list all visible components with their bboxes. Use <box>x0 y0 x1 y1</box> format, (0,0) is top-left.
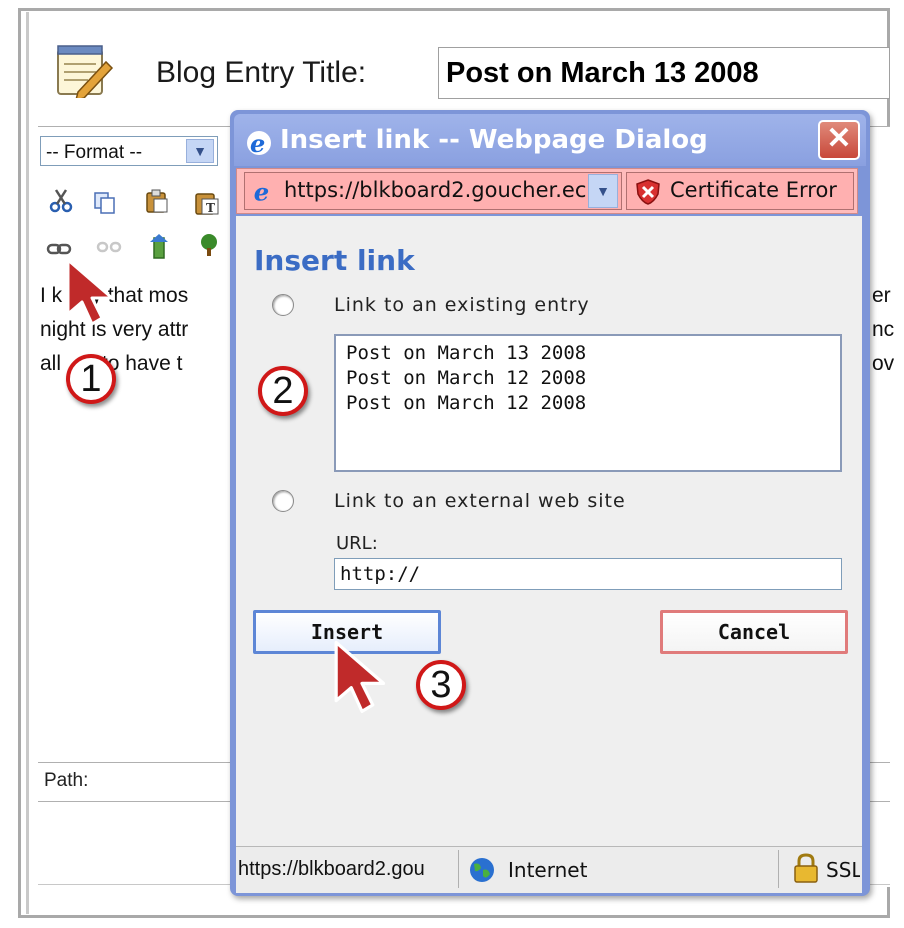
list-item[interactable]: Post on March 12 2008 <box>346 367 586 389</box>
globe-icon <box>470 858 494 882</box>
svg-text:T: T <box>206 201 215 215</box>
unlink-icon <box>96 241 122 253</box>
step-callout-1: 1 <box>66 354 116 404</box>
format-select-value: -- Format -- <box>46 142 143 163</box>
list-item[interactable]: Post on March 12 2008 <box>346 392 586 414</box>
anchor-icon[interactable] <box>146 234 172 260</box>
address-url: https://blkboard2.goucher.ec <box>284 178 587 202</box>
step-callout-3: 3 <box>416 660 466 710</box>
ie-icon: e <box>247 129 271 158</box>
step-callout-2: 2 <box>258 366 308 416</box>
cut-icon[interactable] <box>48 188 74 214</box>
cancel-button-label: Cancel <box>717 620 791 644</box>
path-label: Path: <box>44 770 89 791</box>
svg-text:e: e <box>250 129 265 158</box>
editor-text-line: ov <box>872 352 895 375</box>
blog-title-label: Blog Entry Title: <box>156 56 367 89</box>
dialog-heading: Insert link <box>254 244 415 277</box>
list-item[interactable]: Post on March 13 2008 <box>346 342 586 364</box>
radio-existing-entry[interactable] <box>272 294 294 316</box>
status-zone: Internet <box>508 858 588 882</box>
cursor-icon <box>66 258 114 326</box>
paste-icon[interactable] <box>144 188 170 214</box>
url-input-value: http:// <box>340 563 421 585</box>
editor-text-line: er <box>872 284 891 307</box>
url-label: URL: <box>336 533 378 554</box>
blog-title-value: Post on March 13 2008 <box>446 57 759 89</box>
status-ssl: SSL <box>826 858 860 882</box>
close-icon[interactable]: ✕ <box>818 120 860 160</box>
status-divider <box>458 850 459 888</box>
option-existing-label: Link to an existing entry <box>334 294 590 316</box>
chevron-down-icon[interactable]: ▼ <box>186 139 214 163</box>
lock-icon <box>794 853 818 883</box>
dialog-title: Insert link -- Webpage Dialog <box>280 125 708 155</box>
certificate-error-label: Certificate Error <box>670 178 837 202</box>
image-icon[interactable] <box>196 232 222 258</box>
chevron-down-icon[interactable]: ▼ <box>588 174 618 208</box>
option-external-label: Link to an external web site <box>334 490 626 512</box>
cursor-icon <box>334 640 386 713</box>
status-divider <box>778 850 779 888</box>
paste-text-icon[interactable]: T <box>194 190 220 216</box>
notepad-icon <box>57 45 114 98</box>
status-url: https://blkboard2.gou <box>238 858 425 880</box>
editor-text-line: nc <box>872 318 895 341</box>
ie-icon: e <box>254 177 269 205</box>
radio-external-site[interactable] <box>272 490 294 512</box>
copy-icon[interactable] <box>92 190 118 216</box>
svg-text:e: e <box>254 177 269 205</box>
shield-error-icon <box>636 179 660 205</box>
